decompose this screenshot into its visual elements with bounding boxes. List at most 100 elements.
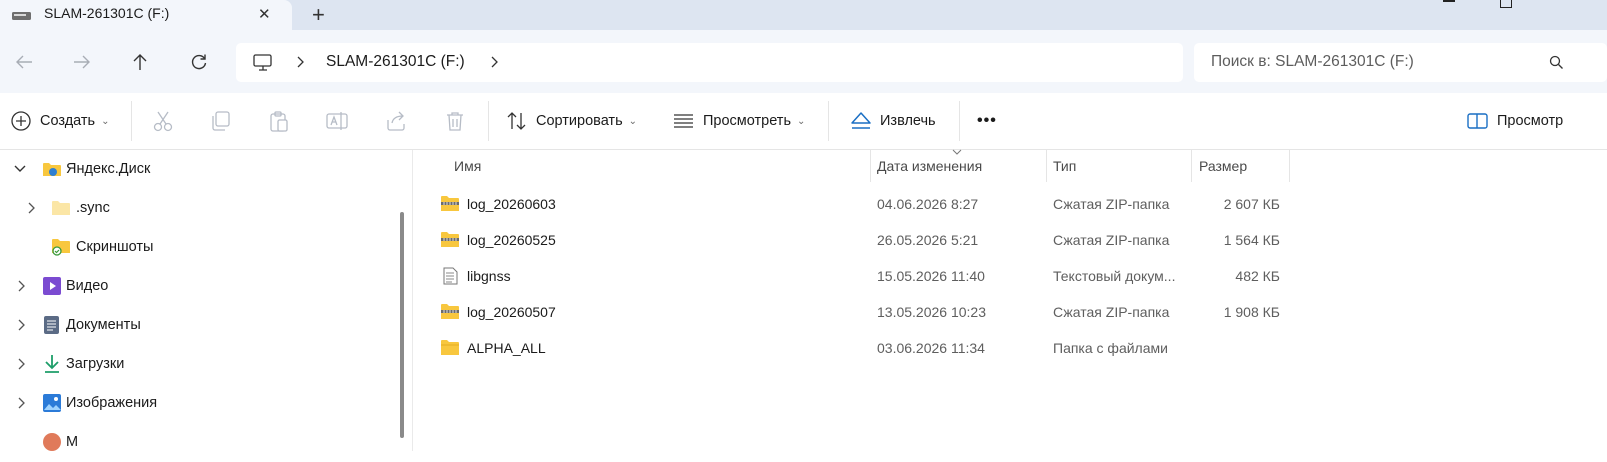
chevron-right-icon[interactable] (27, 202, 35, 214)
preview-label: Просмотр (1497, 113, 1564, 129)
nav-label: Видео (66, 278, 109, 294)
paste-icon[interactable] (268, 110, 290, 132)
tab-active[interactable]: SLAM-261301C (F:) ✕ (0, 0, 292, 30)
column-header-name[interactable]: Имя (454, 150, 481, 182)
address-bar[interactable]: SLAM-261301C (F:) (236, 43, 1183, 82)
preview-pane-button[interactable]: Просмотр (1467, 103, 1563, 139)
file-name: ALPHA_ALL (467, 340, 546, 356)
file-type: Сжатая ZIP-папка (1053, 304, 1170, 320)
nav-item-documents[interactable]: Документы (0, 306, 400, 345)
view-button[interactable]: Просмотреть ⌄ (673, 103, 805, 139)
zip-folder-icon (441, 304, 459, 319)
column-header-type[interactable]: Тип (1053, 150, 1076, 182)
folder-icon (441, 340, 459, 355)
column-header-date[interactable]: Дата изменения (877, 150, 982, 182)
nav-label: .sync (76, 200, 110, 216)
music-icon (43, 433, 61, 451)
sort-label: Сортировать (536, 113, 623, 129)
eject-icon (851, 112, 871, 129)
pictures-icon (43, 394, 61, 412)
nav-item-video[interactable]: Видео (0, 267, 400, 306)
file-row[interactable]: libgnss 15.05.2026 11:40 Текстовый докум… (440, 258, 1290, 294)
file-type: Текстовый докум... (1053, 268, 1176, 284)
chevron-down-icon: ⌄ (628, 115, 638, 127)
refresh-icon (191, 54, 207, 70)
column-divider[interactable] (870, 150, 871, 182)
nav-label: Скриншоты (76, 239, 154, 255)
chevron-down-icon: ⌄ (797, 115, 806, 127)
nav-item-music[interactable]: М (0, 423, 400, 462)
minimize-button[interactable] (1443, 0, 1455, 2)
chevron-right-icon[interactable] (17, 358, 25, 370)
chevron-right-icon[interactable] (490, 56, 498, 68)
extract-button[interactable]: Извлечь (850, 103, 936, 139)
nav-label: Изображения (66, 395, 158, 411)
file-row[interactable]: ALPHA_ALL 03.06.2026 11:34 Папка с файла… (440, 330, 1290, 366)
new-tab-button[interactable]: + (312, 2, 325, 28)
file-type: Сжатая ZIP-папка (1053, 232, 1170, 248)
divider (131, 101, 132, 141)
breadcrumb-drive[interactable]: SLAM-261301C (F:) (326, 53, 465, 71)
back-button[interactable] (6, 44, 42, 80)
documents-icon (44, 316, 59, 334)
folder-icon (52, 201, 70, 215)
nav-item-downloads[interactable]: Загрузки (0, 345, 400, 384)
column-header-size[interactable]: Размер (1199, 150, 1247, 182)
create-label: Создать (40, 113, 96, 129)
view-label: Просмотреть (703, 113, 791, 129)
file-name-cell: ALPHA_ALL (440, 330, 546, 366)
text-file-icon (443, 267, 458, 285)
tab-title: SLAM-261301C (F:) (44, 5, 170, 21)
this-pc-icon (253, 54, 272, 71)
column-divider[interactable] (1191, 150, 1192, 182)
file-name-cell: log_20260525 (440, 222, 556, 258)
rename-icon[interactable] (326, 110, 348, 132)
chevron-right-icon[interactable] (17, 280, 25, 292)
nav-item-yandex-disk[interactable]: Яндекс.Диск (0, 150, 400, 189)
forward-button[interactable] (64, 44, 100, 80)
nav-item-pictures[interactable]: Изображения (0, 384, 400, 423)
search-placeholder: Поиск в: SLAM-261301C (F:) (1211, 53, 1414, 70)
cut-icon[interactable] (152, 110, 174, 132)
search-icon[interactable] (1549, 55, 1563, 70)
plus-circle-icon (11, 111, 31, 131)
drive-icon (12, 12, 31, 20)
search-input[interactable]: Поиск в: SLAM-261301C (F:) (1194, 43, 1607, 82)
nav-item-sync[interactable]: .sync (0, 189, 400, 228)
divider (828, 101, 829, 141)
copy-icon[interactable] (210, 110, 232, 132)
up-button[interactable] (122, 44, 158, 80)
sort-icon (507, 112, 526, 130)
pane-divider (412, 150, 413, 451)
nav-scrollbar[interactable] (400, 212, 404, 438)
nav-item-screenshots[interactable]: Скриншоты (0, 228, 400, 267)
file-row[interactable]: log_20260603 04.06.2026 8:27 Сжатая ZIP-… (440, 186, 1290, 222)
file-name: log_20260507 (467, 304, 556, 320)
share-icon[interactable] (385, 110, 407, 132)
column-divider[interactable] (1289, 150, 1290, 182)
arrow-right-icon (74, 55, 90, 69)
file-size: 482 КБ (1235, 268, 1280, 284)
chevron-right-icon[interactable] (17, 319, 25, 331)
chevron-down-icon[interactable] (14, 165, 26, 173)
chevron-right-icon[interactable] (17, 397, 25, 409)
sort-indicator-icon (952, 149, 962, 155)
file-row[interactable]: log_20260525 26.05.2026 5:21 Сжатая ZIP-… (440, 222, 1290, 258)
divider (959, 101, 960, 141)
more-options-button[interactable]: ••• (977, 103, 997, 139)
create-button[interactable]: Создать ⌄ (10, 103, 110, 139)
file-name: libgnss (467, 268, 511, 284)
file-row[interactable]: log_20260507 13.05.2026 10:23 Сжатая ZIP… (440, 294, 1290, 330)
file-size (1196, 330, 1280, 366)
sort-button[interactable]: Сортировать ⌄ (506, 103, 637, 139)
file-size: 2 607 КБ (1223, 196, 1280, 212)
chevron-down-icon: ⌄ (101, 115, 110, 127)
delete-icon[interactable] (444, 110, 466, 132)
refresh-button[interactable] (181, 44, 217, 80)
chevron-right-icon[interactable] (296, 56, 304, 68)
file-date: 04.06.2026 8:27 (877, 196, 979, 212)
folder-synced-icon (52, 239, 70, 256)
maximize-button[interactable] (1500, 0, 1512, 8)
column-divider[interactable] (1046, 150, 1047, 182)
tab-close-button[interactable]: ✕ (258, 5, 271, 23)
